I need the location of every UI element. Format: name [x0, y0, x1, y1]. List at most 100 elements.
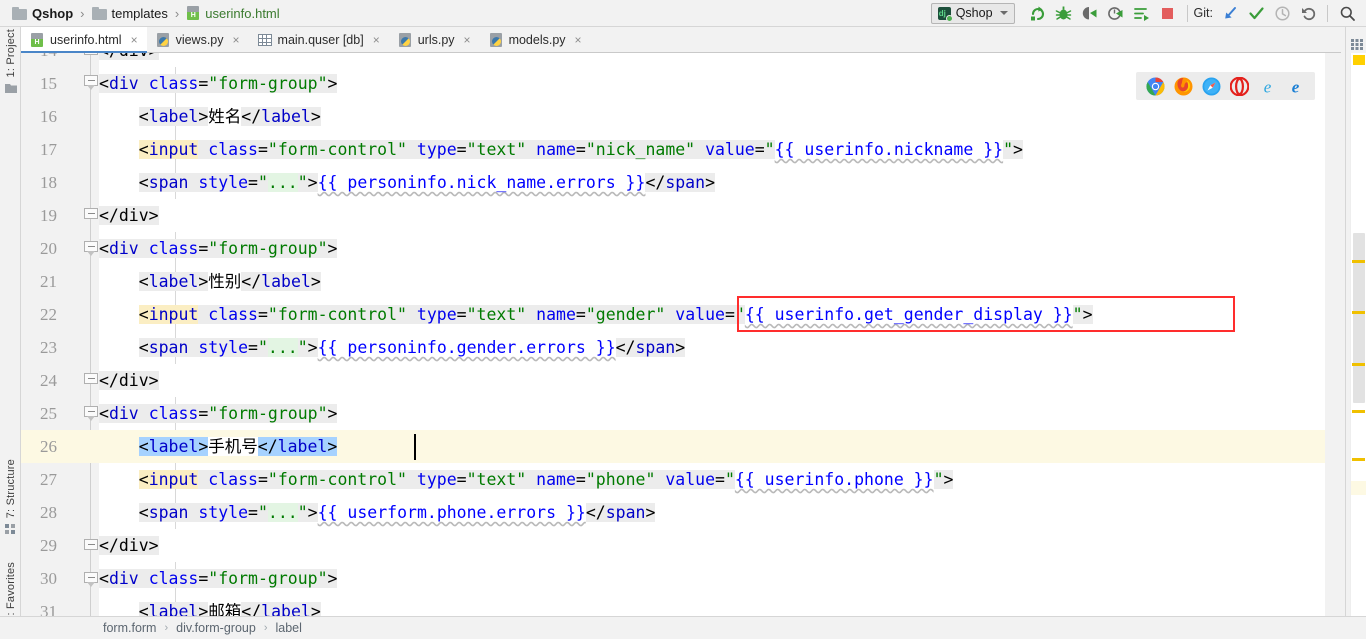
fold-marker-open[interactable] — [84, 406, 98, 421]
breadcrumb-item-project[interactable]: Qshop — [8, 6, 77, 21]
firefox-icon[interactable] — [1174, 77, 1193, 96]
code-line-27[interactable]: <input class="form-control" type="text" … — [99, 463, 1325, 496]
close-icon[interactable]: × — [233, 33, 240, 47]
edge-icon[interactable]: e — [1286, 77, 1305, 96]
code-line-22[interactable]: <input class="form-control" type="text" … — [99, 298, 1325, 331]
code-line-19[interactable]: </div> — [99, 199, 1325, 232]
breadcrumb-item-label[interactable]: label — [273, 621, 305, 635]
code-line-18[interactable]: <span style="...">{{ personinfo.nick_nam… — [99, 166, 1325, 199]
python-file-icon — [156, 33, 170, 47]
breadcrumb-item-file[interactable]: userinfo.html — [182, 6, 283, 21]
commit-button[interactable] — [1243, 0, 1269, 26]
tab-main-quser-db[interactable]: main.quser [db] × — [249, 27, 389, 53]
code-line-23[interactable]: <span style="...">{{ personinfo.gender.e… — [99, 331, 1325, 364]
run-configuration-selector[interactable]: Qshop — [930, 2, 1015, 24]
chrome-icon[interactable] — [1146, 77, 1165, 96]
safari-icon[interactable] — [1202, 77, 1221, 96]
breadcrumb-item-form[interactable]: form.form — [100, 621, 159, 635]
folder-icon — [12, 6, 27, 20]
python-file-icon — [398, 33, 412, 47]
code-text-area[interactable]: </div> <div class="form-group"> <label>姓… — [99, 53, 1325, 616]
database-table-icon — [257, 34, 272, 46]
close-icon[interactable]: × — [575, 33, 582, 47]
code-line-20[interactable]: <div class="form-group"> — [99, 232, 1325, 265]
warning-stripe-marker[interactable] — [1352, 311, 1365, 314]
code-line-26-current[interactable]: <label>手机号</label> — [99, 430, 1325, 463]
close-icon[interactable]: × — [464, 33, 471, 47]
left-tool-rail: 1: Project 7: Structure 2: Favorites — [0, 27, 21, 639]
breadcrumb-label: Qshop — [32, 5, 74, 21]
tab-label: models.py — [508, 33, 566, 47]
html-file-icon — [186, 6, 200, 20]
profile-button[interactable] — [1103, 0, 1129, 26]
code-line-21[interactable]: <label>性别</label> — [99, 265, 1325, 298]
close-icon[interactable]: × — [373, 33, 380, 47]
sidebar-item-label: 7: Structure — [4, 459, 17, 519]
current-line-stripe-marker — [1351, 481, 1366, 495]
fold-marker-close[interactable] — [84, 373, 98, 387]
project-folder-icon — [4, 81, 17, 99]
editor-vertical-scrollbar[interactable] — [1350, 53, 1366, 616]
rerun-button[interactable] — [1025, 0, 1051, 26]
code-line-25[interactable]: <div class="form-group"> — [99, 397, 1325, 430]
scrollbar-thumb[interactable] — [1353, 233, 1365, 403]
code-line-28[interactable]: <span style="...">{{ userform.phone.erro… — [99, 496, 1325, 529]
tab-urls-py[interactable]: urls.py × — [389, 27, 480, 53]
warning-stripe-marker[interactable] — [1352, 410, 1365, 413]
html-file-icon — [30, 33, 44, 47]
sidebar-item-structure[interactable]: 7: Structure — [0, 459, 21, 544]
tab-label: main.quser [db] — [277, 33, 364, 47]
code-line-31[interactable]: <label>邮箱</label> — [99, 595, 1325, 616]
toolbar-divider — [1186, 4, 1188, 22]
tab-label: urls.py — [417, 33, 455, 47]
navigation-breadcrumb: Qshop › templates › userinfo.html — [0, 0, 284, 27]
code-line-17[interactable]: <input class="form-control" type="text" … — [99, 133, 1325, 166]
code-line-30[interactable]: <div class="form-group"> — [99, 562, 1325, 595]
debug-button[interactable] — [1051, 0, 1077, 26]
editor-gutter[interactable]: 14 15 16 17 18 19 20 21 22 23 24 25 26 2… — [21, 53, 99, 616]
svg-text:e: e — [1264, 77, 1272, 96]
line-number: 31 — [40, 602, 57, 616]
opera-icon[interactable] — [1229, 76, 1250, 96]
run-configuration-label: Qshop — [955, 6, 993, 20]
sidebar-item-project[interactable]: 1: Project — [0, 29, 21, 103]
tab-views-py[interactable]: views.py × — [147, 27, 249, 53]
chevron-down-icon — [999, 11, 1008, 15]
fold-marker-close[interactable] — [84, 539, 98, 553]
code-line-16[interactable]: <label>姓名</label> — [99, 100, 1325, 133]
line-number: 21 — [40, 272, 57, 291]
warning-stripe-marker[interactable] — [1352, 363, 1365, 366]
warning-stripe-marker[interactable] — [1352, 458, 1365, 461]
error-stripe-marker[interactable] — [1353, 55, 1365, 65]
fold-marker-open[interactable] — [84, 75, 98, 90]
breadcrumb-separator: › — [164, 622, 169, 634]
run-with-console-button[interactable] — [1129, 0, 1155, 26]
breadcrumb-item-templates[interactable]: templates — [88, 6, 172, 21]
code-line-14[interactable]: </div> — [99, 53, 1325, 67]
breadcrumb-separator: › — [263, 622, 268, 634]
fold-marker-close[interactable] — [84, 208, 98, 222]
code-line-24[interactable]: </div> — [99, 364, 1325, 397]
breadcrumb-item-div[interactable]: div.form-group — [173, 621, 259, 635]
search-everywhere-button[interactable] — [1334, 0, 1360, 26]
open-in-browser-bar: e e — [1136, 72, 1315, 100]
code-line-29[interactable]: </div> — [99, 529, 1325, 562]
fold-marker-close[interactable] — [84, 53, 98, 58]
folder-icon — [91, 6, 107, 20]
history-button[interactable] — [1269, 0, 1295, 26]
fold-marker-open[interactable] — [84, 572, 98, 587]
tab-label: userinfo.html — [50, 33, 122, 47]
tab-models-py[interactable]: models.py × — [480, 27, 591, 53]
breadcrumb-separator: › — [80, 5, 85, 21]
run-coverage-button[interactable] — [1077, 0, 1103, 26]
warning-stripe-marker[interactable] — [1352, 260, 1365, 263]
code-editor[interactable]: 14 15 16 17 18 19 20 21 22 23 24 25 26 2… — [21, 53, 1325, 616]
update-project-button[interactable] — [1217, 0, 1243, 26]
close-icon[interactable]: × — [131, 33, 138, 47]
fold-marker-open[interactable] — [84, 241, 98, 256]
line-number: 22 — [40, 305, 57, 324]
stop-button[interactable] — [1155, 0, 1181, 26]
tab-userinfo-html[interactable]: userinfo.html × — [21, 27, 147, 53]
ie-icon[interactable]: e — [1258, 77, 1277, 96]
revert-button[interactable] — [1295, 0, 1321, 26]
